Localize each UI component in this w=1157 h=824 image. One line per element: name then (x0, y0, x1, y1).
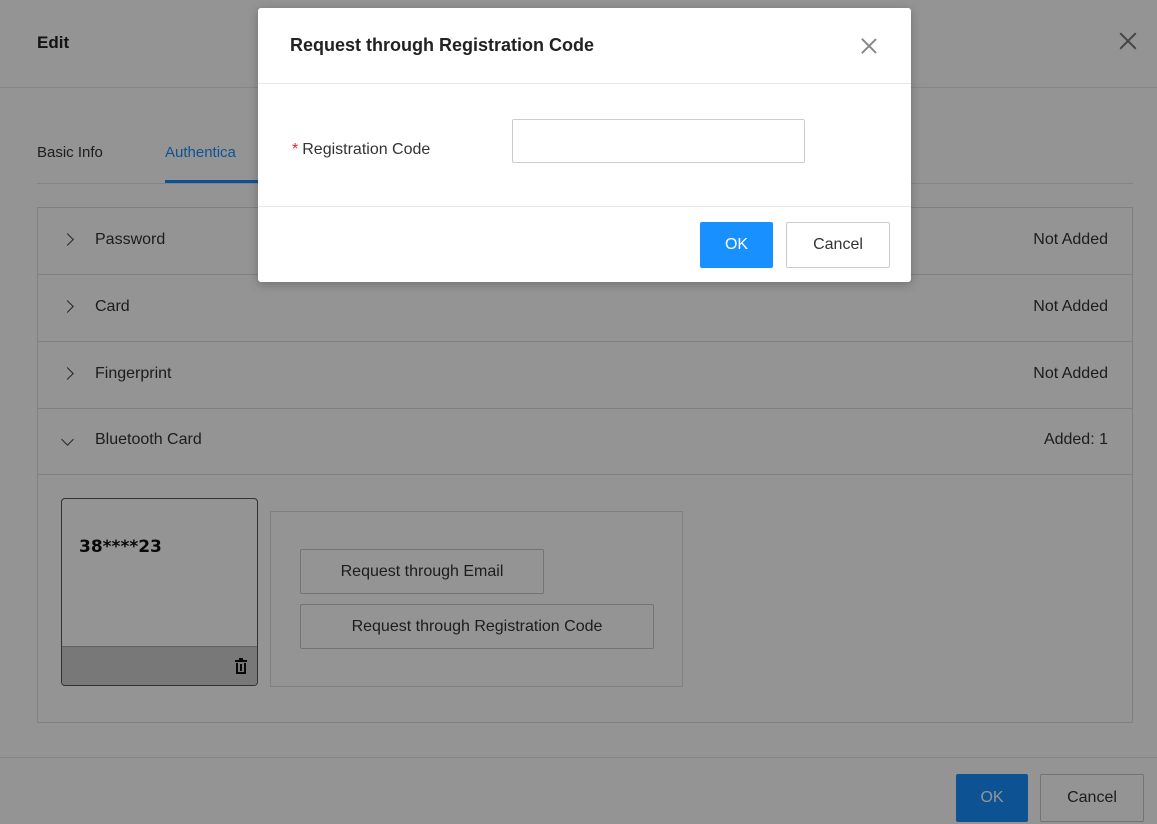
close-icon[interactable] (859, 36, 879, 56)
modal-cancel-button[interactable]: Cancel (786, 222, 890, 268)
required-mark: * (292, 141, 299, 158)
registration-code-label-text: Registration Code (302, 141, 431, 158)
registration-code-input[interactable] (512, 119, 805, 163)
modal-ok-button[interactable]: OK (700, 222, 773, 268)
modal-title: Request through Registration Code (290, 35, 595, 55)
registration-code-modal: Request through Registration Code * Regis… (258, 8, 911, 282)
modal-header: Request through Registration Code (258, 8, 911, 84)
registration-code-label: * Registration Code (292, 141, 430, 159)
